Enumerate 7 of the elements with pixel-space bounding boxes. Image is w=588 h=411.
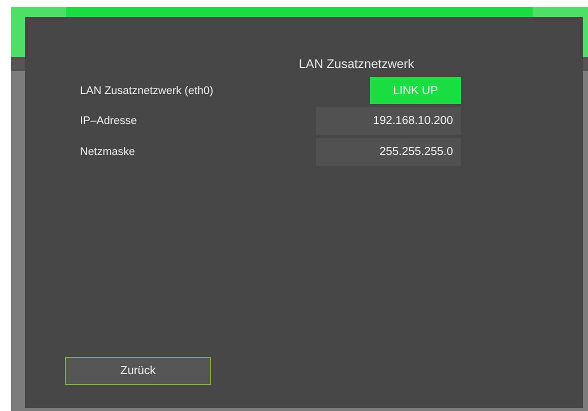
field-label: IP–Adresse: [80, 115, 137, 127]
back-button[interactable]: Zurück: [65, 357, 211, 385]
field-label: Netzmaske: [80, 146, 136, 158]
value-field[interactable]: 192.168.10.200: [316, 107, 461, 135]
dialog-title: LAN Zusatznetzwerk: [298, 57, 414, 71]
field-label: LAN Zusatznetzwerk (eth0): [80, 84, 214, 96]
value-field[interactable]: 255.255.255.0: [316, 138, 461, 166]
